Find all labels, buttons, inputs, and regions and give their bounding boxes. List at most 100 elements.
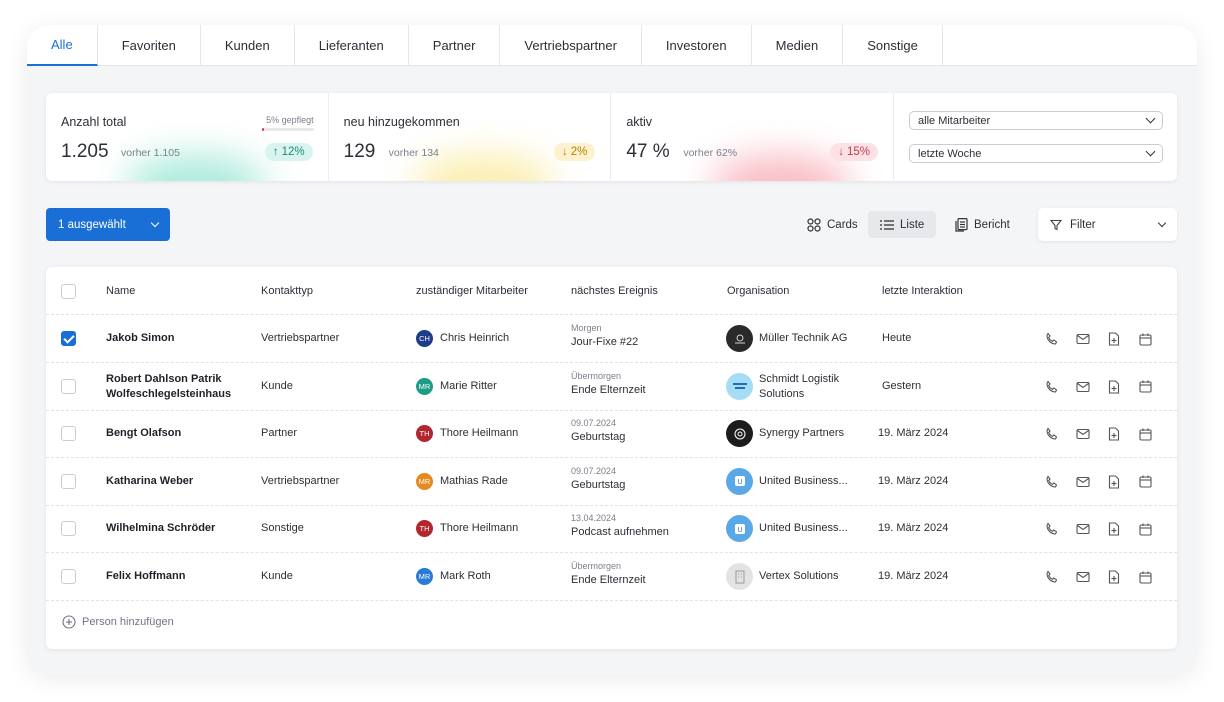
stat-filters: alle Mitarbeiter letzte Woche [894, 93, 1177, 181]
header-employee[interactable]: zuständiger Mitarbeiter [416, 285, 528, 297]
avatar: MR [416, 568, 433, 585]
next-event: 13.04.2024 Podcast aufnehmen [571, 513, 669, 539]
mail-icon[interactable] [1076, 570, 1090, 584]
add-document-icon[interactable] [1107, 427, 1121, 441]
table-row[interactable]: Robert Dahlson Patrik Wolfeschlegelsteinh… [46, 363, 1177, 411]
organisation-name[interactable]: United Business... [759, 521, 848, 536]
table-row[interactable]: Bengt Olafson Partner TH Thore Heilmann … [46, 410, 1177, 459]
stat-change-badge: ↑ 12% [264, 143, 313, 161]
organisation-name[interactable]: United Business... [759, 474, 848, 489]
header-organisation[interactable]: Organisation [727, 285, 789, 297]
phone-icon[interactable] [1045, 570, 1059, 584]
stat-active: aktiv 47 % vorher 62% ↓ 15% [611, 93, 895, 181]
tab-investoren[interactable]: Investoren [642, 25, 752, 66]
calendar-icon[interactable] [1138, 380, 1152, 394]
row-actions [1045, 332, 1152, 346]
logo-mueller [726, 325, 753, 352]
list-icon [880, 219, 894, 231]
table-row[interactable]: Katharina Weber Vertriebspartner MR Math… [46, 458, 1177, 506]
contact-name[interactable]: Katharina Weber [106, 474, 193, 489]
organisation-name[interactable]: Müller Technik AG [759, 331, 847, 346]
header-name[interactable]: Name [106, 285, 135, 297]
organisation-name[interactable]: Schmidt Logistik Solutions [759, 372, 839, 402]
mail-icon[interactable] [1076, 380, 1090, 394]
calendar-icon[interactable] [1138, 332, 1152, 346]
selection-dropdown-button[interactable]: 1 ausgewählt [46, 208, 170, 241]
contact-type: Kunde [261, 379, 293, 392]
calendar-icon[interactable] [1138, 570, 1152, 584]
employee-name: Thore Heilmann [440, 427, 519, 440]
contact-name[interactable]: Felix Hoffmann [106, 569, 185, 584]
phone-icon[interactable] [1045, 332, 1059, 346]
stat-value: 129 [343, 141, 376, 162]
table-row[interactable]: Wilhelmina Schröder Sonstige TH Thore He… [46, 505, 1177, 554]
add-document-icon[interactable] [1107, 475, 1121, 489]
phone-icon[interactable] [1045, 380, 1059, 394]
phone-icon[interactable] [1045, 522, 1059, 536]
period-select[interactable]: letzte Woche [909, 144, 1164, 163]
add-person-button[interactable]: Person hinzufügen [62, 615, 174, 629]
employee-name: Chris Heinrich [440, 332, 510, 344]
phone-icon[interactable] [1045, 475, 1059, 489]
last-interaction: 19. März 2024 [878, 427, 949, 440]
tab-partner[interactable]: Partner [409, 25, 501, 66]
filter-dropdown[interactable]: Filter [1038, 208, 1177, 241]
tab-lieferanten[interactable]: Lieferanten [295, 25, 409, 66]
add-document-icon[interactable] [1107, 380, 1121, 394]
tab-medien[interactable]: Medien [752, 25, 844, 66]
stats-panel: Anzahl total 5% gepflegt 1.205 vorher 1.… [46, 93, 1177, 181]
phone-icon[interactable] [1045, 427, 1059, 441]
maintained-progress [261, 128, 314, 131]
add-document-icon[interactable] [1107, 570, 1121, 584]
employee-select[interactable]: alle Mitarbeiter [909, 111, 1164, 130]
header-last-interaction[interactable]: letzte Interaktion [882, 285, 963, 297]
header-type[interactable]: Kontakttyp [261, 285, 313, 297]
mail-icon[interactable] [1076, 522, 1090, 536]
tab-vertriebspartner[interactable]: Vertriebspartner [500, 25, 642, 66]
tab-favoriten[interactable]: Favoriten [98, 25, 201, 66]
row-checkbox[interactable] [61, 521, 76, 537]
stat-label: aktiv [626, 115, 653, 129]
employee-name: Marie Ritter [440, 379, 497, 392]
stat-prev: vorher 62% [683, 147, 738, 159]
row-checkbox[interactable] [61, 569, 76, 584]
mail-icon[interactable] [1076, 332, 1090, 346]
contact-name[interactable]: Jakob Simon [106, 331, 174, 346]
calendar-icon[interactable] [1138, 427, 1152, 441]
organisation-name[interactable]: Vertex Solutions [759, 569, 839, 584]
view-report-button[interactable]: Bericht [943, 211, 1022, 238]
stat-new: neu hinzugekommen 129 vorher 134 ↓ 2% [329, 93, 612, 181]
select-all-checkbox[interactable] [61, 284, 76, 299]
chevron-down-icon [1157, 218, 1167, 227]
stat-prev: vorher 1.105 [121, 147, 180, 159]
row-checkbox[interactable] [61, 378, 76, 394]
header-event[interactable]: nächstes Ereignis [571, 285, 658, 297]
row-checkbox[interactable] [61, 331, 76, 346]
contacts-table: Name Kontakttyp zuständiger Mitarbeiter … [46, 267, 1177, 649]
calendar-icon[interactable] [1138, 522, 1152, 536]
table-row[interactable]: Felix Hoffmann Kunde MR Mark Roth Übermo… [46, 553, 1177, 601]
chevron-down-icon [1145, 146, 1156, 157]
add-document-icon[interactable] [1107, 522, 1121, 536]
contact-name[interactable]: Wilhelmina Schröder [106, 521, 215, 536]
organisation-name[interactable]: Synergy Partners [759, 426, 844, 441]
mail-icon[interactable] [1076, 427, 1090, 441]
view-list-button[interactable]: Liste [868, 211, 937, 238]
row-checkbox[interactable] [61, 426, 76, 442]
contact-name[interactable]: Robert Dahlson Patrik Wolfeschlegelsteinh… [106, 372, 231, 402]
tab-sonstige[interactable]: Sonstige [843, 25, 943, 66]
contact-type: Partner [261, 427, 298, 440]
add-document-icon[interactable] [1107, 332, 1121, 346]
last-interaction: Gestern [882, 379, 922, 392]
contact-name[interactable]: Bengt Olafson [106, 426, 181, 441]
arrow-down-icon: ↓ [561, 146, 568, 158]
category-tabs: Alle Favoriten Kunden Lieferanten Partner Ver… [27, 25, 1197, 66]
view-cards-button[interactable]: Cards [795, 211, 870, 238]
tab-kunden[interactable]: Kunden [201, 25, 295, 66]
row-checkbox[interactable] [61, 473, 76, 489]
next-event: Übermorgen Ende Elternzeit [571, 561, 646, 586]
calendar-icon[interactable] [1138, 475, 1152, 489]
tab-alle[interactable]: Alle [27, 25, 98, 66]
mail-icon[interactable] [1076, 475, 1090, 489]
table-row[interactable]: Jakob Simon Vertriebspartner CH Chris He… [46, 315, 1177, 363]
